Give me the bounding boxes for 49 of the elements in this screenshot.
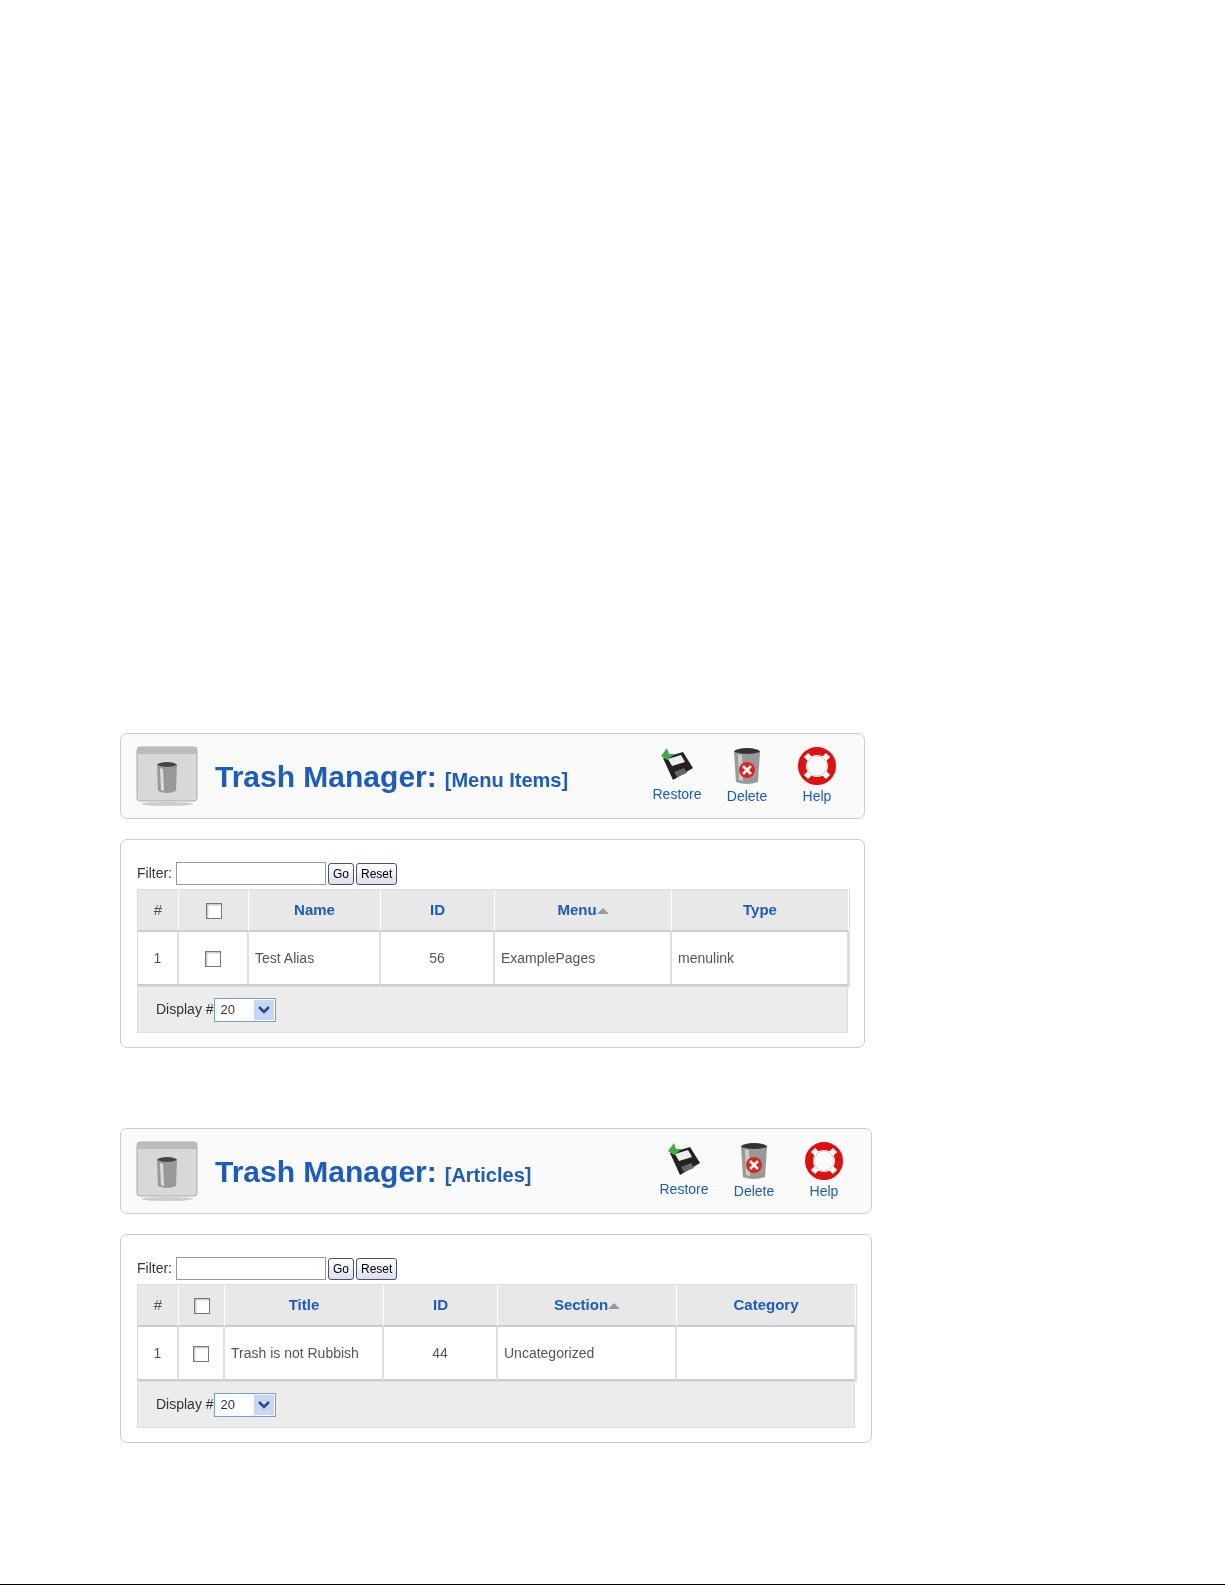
column-header[interactable]: Name bbox=[294, 900, 335, 918]
help-button[interactable]: Help bbox=[791, 1140, 857, 1202]
checkbox[interactable] bbox=[205, 950, 221, 967]
display-select[interactable]: 20 bbox=[213, 1392, 276, 1417]
page-title: Trash Manager: bbox=[215, 1153, 437, 1190]
restore-button[interactable]: Restore bbox=[651, 1140, 717, 1202]
filter-field[interactable] bbox=[176, 862, 326, 885]
display-label: Display # bbox=[156, 1000, 214, 1019]
row-number: 1 bbox=[153, 1344, 162, 1361]
column-header[interactable]: ID bbox=[433, 1295, 448, 1313]
table-cell: 44 bbox=[432, 1344, 448, 1361]
display-select[interactable]: 20 bbox=[213, 997, 276, 1022]
delete-button[interactable]: Delete bbox=[721, 1140, 787, 1202]
column-header[interactable]: ID bbox=[430, 900, 445, 918]
table-cell: Trash is not Rubbish bbox=[231, 1344, 359, 1361]
display-label: Display # bbox=[156, 1395, 214, 1414]
table-cell: Uncategorized bbox=[504, 1344, 595, 1361]
restore-button[interactable]: Restore bbox=[644, 745, 710, 807]
checkbox[interactable] bbox=[205, 902, 222, 919]
lifebuoy-icon bbox=[797, 745, 837, 786]
table-cell: menulink bbox=[678, 949, 735, 966]
column-header[interactable]: Category bbox=[733, 1295, 799, 1313]
page-subtitle: [Menu Items] bbox=[444, 768, 569, 793]
filter-field[interactable] bbox=[176, 1257, 326, 1280]
table-cell: 56 bbox=[429, 949, 445, 966]
trash-can-icon bbox=[135, 1140, 199, 1202]
go-button[interactable]: Go bbox=[328, 1257, 354, 1280]
table-cell: Test Alias bbox=[255, 949, 315, 966]
column-header[interactable]: Menu bbox=[557, 900, 597, 918]
column-header[interactable]: Type bbox=[743, 900, 777, 918]
reset-button[interactable]: Reset bbox=[356, 862, 398, 885]
page-subtitle: [Articles] bbox=[444, 1163, 532, 1188]
lifebuoy-icon bbox=[804, 1140, 844, 1181]
column-header[interactable]: Section bbox=[553, 1295, 609, 1313]
column-header: # bbox=[153, 900, 163, 918]
column-header[interactable]: Title bbox=[288, 1295, 320, 1313]
help-button[interactable]: Help bbox=[784, 745, 850, 807]
column-header: # bbox=[153, 1295, 163, 1313]
trash-can-icon bbox=[135, 745, 199, 807]
checkbox[interactable] bbox=[193, 1345, 209, 1362]
table-cell: ExamplePages bbox=[501, 949, 596, 966]
page-title: Trash Manager: bbox=[215, 758, 437, 795]
filter-label: Filter: bbox=[137, 1259, 172, 1278]
go-button[interactable]: Go bbox=[328, 862, 354, 885]
row-number: 1 bbox=[153, 949, 162, 966]
delete-button[interactable]: Delete bbox=[714, 745, 780, 807]
filter-label: Filter: bbox=[137, 864, 172, 883]
checkbox[interactable] bbox=[193, 1297, 210, 1314]
reset-button[interactable]: Reset bbox=[356, 1257, 398, 1280]
